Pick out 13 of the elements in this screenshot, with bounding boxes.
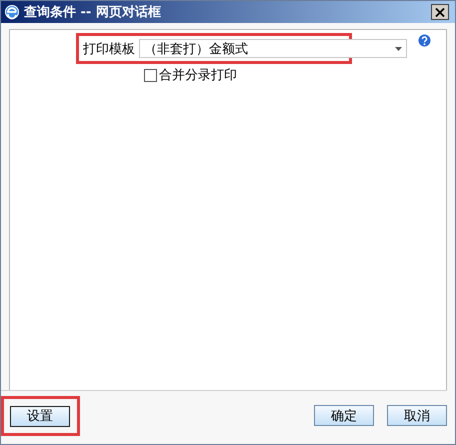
merge-checkbox[interactable]: [144, 68, 157, 82]
close-icon: [435, 8, 445, 16]
dialog-button[interactable]: 取消: [387, 405, 447, 426]
settings-button[interactable]: 设置: [10, 406, 70, 426]
browser-icon: [4, 4, 20, 20]
window-title: 查询条件 -- 网页对话框: [24, 4, 162, 21]
template-label: 打印模板: [83, 40, 135, 58]
help-icon[interactable]: [418, 34, 431, 47]
merge-label: 合并分录打印: [159, 67, 237, 84]
dialog-button[interactable]: 确定: [314, 405, 374, 426]
template-dropdown[interactable]: （非套打）金额式: [139, 39, 407, 58]
caret-icon: [395, 46, 402, 50]
close-button[interactable]: [431, 4, 449, 20]
